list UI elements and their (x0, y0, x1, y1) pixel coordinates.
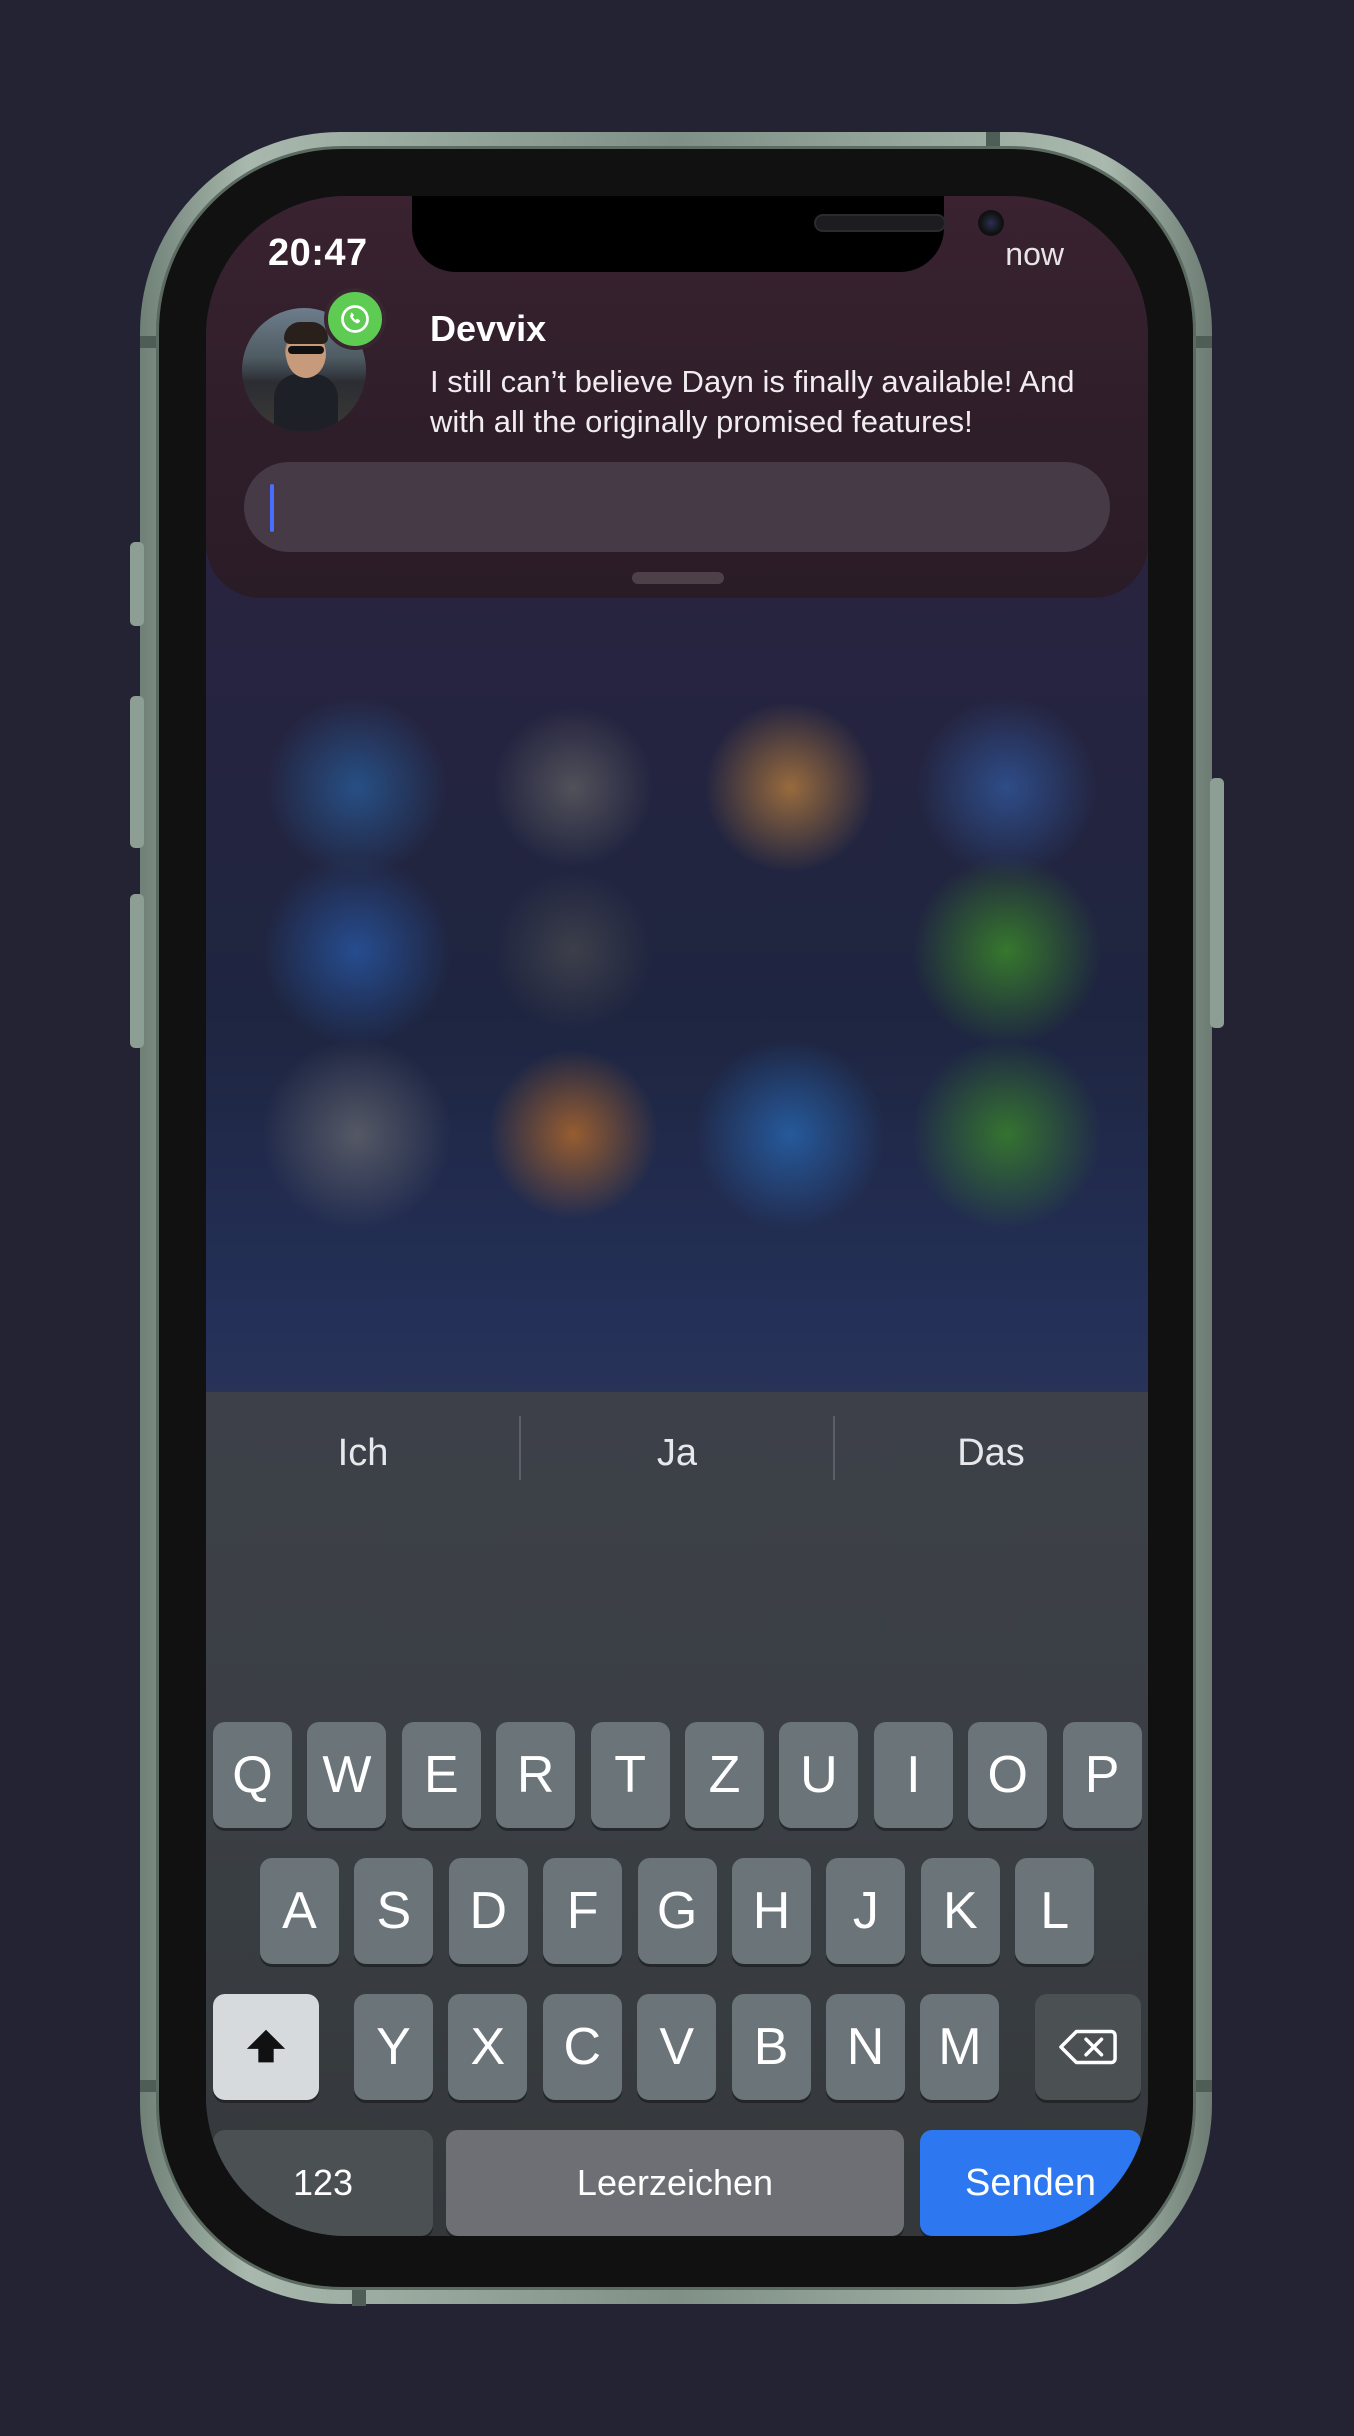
volume-up-button[interactable] (130, 696, 144, 848)
predictive-bar: Ich Ja Das (206, 1392, 1148, 1522)
suggestion-2[interactable]: Ja (520, 1432, 834, 1475)
key-m[interactable]: M (920, 1994, 1000, 2100)
numbers-key[interactable]: 123 (213, 2130, 433, 2236)
delete-key[interactable] (1035, 1994, 1141, 2100)
suggestion-1[interactable]: Ich (206, 1432, 520, 1475)
key-n[interactable]: N (826, 1994, 905, 2100)
key-u[interactable]: U (779, 1722, 859, 1828)
antenna-band (1196, 2080, 1212, 2092)
key-y[interactable]: Y (354, 1994, 433, 2100)
side-button[interactable] (1210, 778, 1224, 1028)
text-cursor (270, 484, 274, 532)
key-t[interactable]: T (590, 1722, 670, 1828)
message-text: I still can’t believe Dayn is finally av… (430, 364, 1075, 439)
key-s[interactable]: S (354, 1858, 434, 1964)
notch (412, 196, 1004, 272)
key-h[interactable]: H (732, 1858, 811, 1964)
silent-switch[interactable] (130, 542, 144, 626)
antenna-band (140, 2080, 156, 2092)
key-g[interactable]: G (637, 1858, 717, 1964)
space-key[interactable]: Leerzeichen (446, 2130, 904, 2236)
key-b[interactable]: B (731, 1994, 811, 2100)
phone-icon (324, 288, 386, 350)
status-time: 20:47 (268, 232, 368, 274)
key-r[interactable]: R (496, 1722, 576, 1828)
shift-icon (246, 2029, 286, 2063)
backspace-icon (1059, 2029, 1117, 2065)
antenna-band (1196, 336, 1212, 348)
earpiece-speaker (814, 214, 946, 232)
key-d[interactable]: D (448, 1858, 528, 1964)
notification-timestamp: now (1005, 236, 1064, 272)
key-f[interactable]: F (543, 1858, 623, 1964)
suggestion-3[interactable]: Das (834, 1432, 1148, 1475)
antenna-band (140, 336, 156, 348)
front-camera (978, 210, 1004, 236)
key-w[interactable]: W (307, 1722, 387, 1828)
notification-grabber[interactable] (632, 572, 724, 584)
keyboard: Ich Ja Das QWERTZUIOP ASDFGHJKL YXCVBNM 12… (206, 1392, 1148, 2236)
send-button[interactable]: Senden (920, 2130, 1141, 2236)
reply-input[interactable] (244, 462, 1110, 552)
key-i[interactable]: I (873, 1722, 953, 1828)
key-j[interactable]: J (826, 1858, 906, 1964)
shift-key[interactable] (213, 1994, 319, 2100)
phone-screen: 20:47 now Devvix I still can’t believe D… (206, 196, 1148, 2236)
key-o[interactable]: O (968, 1722, 1048, 1828)
key-p[interactable]: P (1062, 1722, 1142, 1828)
volume-down-button[interactable] (130, 894, 144, 1048)
key-a[interactable]: A (260, 1858, 339, 1964)
sender-name: Devvix (430, 308, 547, 349)
key-l[interactable]: L (1015, 1858, 1095, 1964)
key-x[interactable]: X (448, 1994, 528, 2100)
antenna-band (352, 2290, 366, 2306)
key-c[interactable]: C (542, 1994, 622, 2100)
key-v[interactable]: V (637, 1994, 717, 2100)
key-e[interactable]: E (401, 1722, 481, 1828)
key-k[interactable]: K (920, 1858, 1000, 1964)
key-z[interactable]: Z (685, 1722, 764, 1828)
key-q[interactable]: Q (213, 1722, 292, 1828)
